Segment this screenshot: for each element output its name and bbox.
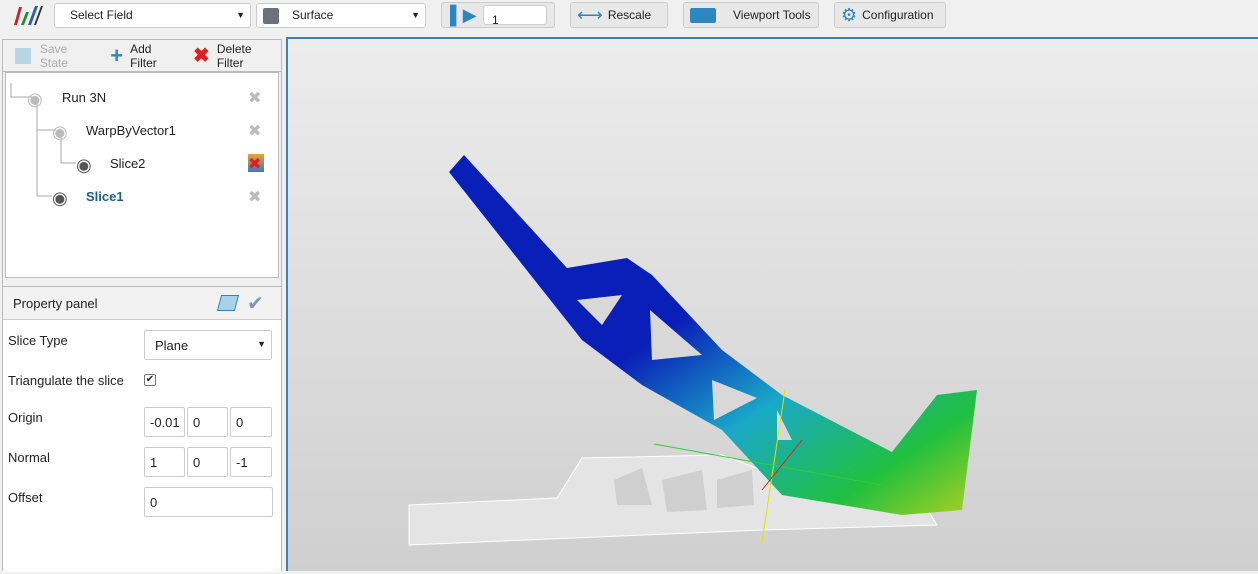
delete-node-icon[interactable]: ✖ — [248, 154, 264, 173]
normal-z-input[interactable]: -1 — [230, 447, 272, 477]
configuration-label: Configuration — [862, 8, 934, 22]
chevron-down-icon: ▼ — [236, 10, 245, 20]
play-icon[interactable]: ▌▶ — [450, 3, 477, 27]
delete-filter-label: Delete Filter — [216, 41, 252, 70]
time-controls: ▌▶ 1 — [441, 2, 555, 28]
chevron-down-icon: ▼ — [411, 10, 420, 20]
add-filter-label: Add Filter — [130, 41, 157, 70]
cube-icon — [263, 8, 279, 24]
pipeline-item-slice1[interactable]: Slice1 — [86, 189, 124, 204]
left-panel: Save State + Add Filter ✖ Delete Filter ◉ … — [2, 39, 282, 572]
normal-label: Normal — [8, 450, 50, 465]
triangulate-label: Triangulate the slice — [8, 373, 124, 388]
arrows-horizontal-icon: ⟷ — [577, 5, 603, 25]
origin-y-input[interactable]: 0 — [187, 407, 228, 437]
delete-node-icon[interactable]: ✖ — [248, 187, 264, 206]
visibility-toggle-icon[interactable] — [216, 295, 240, 311]
pipeline-tree: ◉ Run 3N ✖ ◉ WarpByVector1 ✖ ◉ Slice2 ✖ … — [5, 72, 279, 278]
origin-z-input[interactable]: 0 — [230, 407, 272, 437]
eye-icon[interactable]: ◉ — [52, 188, 68, 209]
configuration-button[interactable]: ⚙ Configuration — [834, 2, 946, 28]
property-panel-title: Property panel — [13, 295, 98, 311]
add-filter-button[interactable]: + Add Filter — [104, 42, 181, 70]
pipeline-item-slice2[interactable]: Slice2 — [110, 156, 145, 171]
origin-label: Origin — [8, 410, 43, 425]
viewport-tools-button[interactable]: Viewport Tools — [683, 2, 819, 28]
time-step-input[interactable]: 1 — [483, 5, 547, 27]
eye-icon[interactable]: ◉ — [76, 155, 92, 176]
slice-type-select[interactable]: Plane ▼ — [144, 330, 272, 360]
offset-label: Offset — [8, 490, 43, 505]
representation-value: Surface — [292, 8, 334, 22]
tree-lines — [10, 83, 76, 197]
plus-icon: + — [110, 42, 124, 68]
offset-input[interactable]: 0 — [144, 487, 273, 517]
delete-node-icon[interactable]: ✖ — [248, 121, 264, 140]
apply-check-icon[interactable]: ✔ — [247, 291, 264, 316]
delete-filter-button[interactable]: ✖ Delete Filter — [187, 42, 281, 70]
pipeline-item-run-3n[interactable]: Run 3N — [62, 90, 106, 105]
viewport-tools-label: Viewport Tools — [733, 8, 811, 22]
slice-type-value: Plane — [155, 338, 189, 353]
filter-toolbar: Save State + Add Filter ✖ Delete Filter — [3, 40, 281, 72]
save-icon — [15, 47, 31, 64]
3d-viewport[interactable] — [286, 37, 1258, 571]
pipeline-item-warpbyvector1[interactable]: WarpByVector1 — [86, 123, 176, 138]
save-state-label: Save State — [39, 41, 68, 70]
rescale-button[interactable]: ⟷ Rescale — [570, 2, 668, 28]
slice-type-label: Slice Type — [8, 333, 68, 348]
rescale-label: Rescale — [607, 8, 652, 22]
app-logo-icon — [14, 6, 43, 25]
property-panel: Property panel ✔ Slice Type Plane ▼ Trian… — [3, 286, 281, 572]
triangulate-checkbox[interactable]: ✔ — [144, 374, 156, 386]
eye-icon[interactable]: ◉ — [27, 89, 43, 110]
save-state-button[interactable]: Save State — [9, 42, 98, 70]
field-select-value: Select Field — [70, 8, 133, 22]
normal-x-input[interactable]: 1 — [144, 447, 185, 477]
gear-icon: ⚙ — [841, 5, 858, 25]
representation-select[interactable]: Surface ▼ — [256, 3, 426, 28]
eye-icon[interactable]: ◉ — [52, 122, 68, 143]
rendered-scene[interactable] — [288, 39, 1258, 571]
property-panel-header: Property panel ✔ — [3, 287, 281, 320]
origin-x-input[interactable]: -0.01 — [144, 407, 185, 437]
field-select[interactable]: Select Field ▼ — [54, 3, 251, 28]
delete-node-icon[interactable]: ✖ — [248, 88, 264, 107]
shapes-icon — [690, 7, 716, 23]
close-icon: ✖ — [193, 45, 210, 67]
normal-y-input[interactable]: 0 — [187, 447, 228, 477]
chevron-down-icon: ▼ — [257, 339, 266, 349]
main-toolbar: Select Field ▼ Surface ▼ ▌▶ 1 ⟷ Rescale Vie… — [0, 0, 1258, 36]
